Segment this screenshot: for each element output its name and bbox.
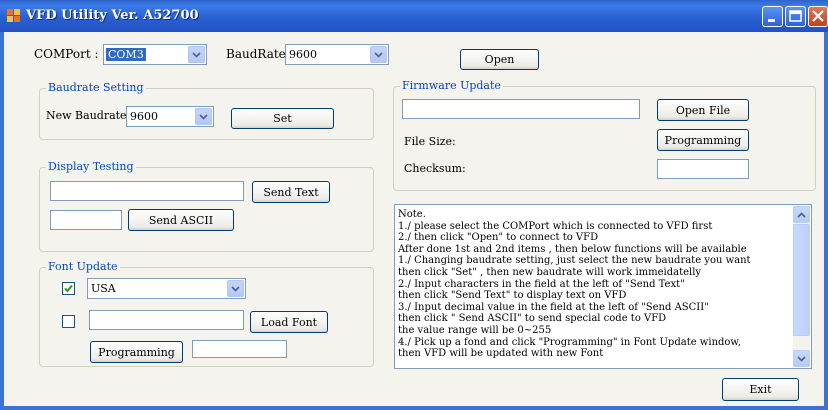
send-text-input[interactable] xyxy=(50,181,244,201)
notes-line: 1./ Changing baudrate setting, just sele… xyxy=(398,255,751,267)
scroll-up-button[interactable] xyxy=(793,206,810,223)
font-update-group: Font Update USA Load Font Programming xyxy=(39,260,374,367)
close-button[interactable] xyxy=(808,6,828,27)
open-file-button[interactable]: Open File xyxy=(657,99,749,121)
notes-scrollbar[interactable] xyxy=(793,206,810,367)
minimize-button[interactable] xyxy=(762,6,783,27)
chevron-down-icon xyxy=(797,355,806,362)
maximize-icon xyxy=(789,10,802,22)
minimize-icon xyxy=(768,19,775,22)
firmware-update-title: Firmware Update xyxy=(400,79,503,92)
notes-lines: Note. 1./ please select the COMPort which… xyxy=(398,209,791,360)
notes-line: Note. xyxy=(398,209,426,220)
baudrate-setting-title: Baudrate Setting xyxy=(46,81,146,94)
font-update-title: Font Update xyxy=(46,260,120,273)
font-checkbox[interactable] xyxy=(62,282,75,295)
close-icon xyxy=(812,10,824,22)
scroll-down-button[interactable] xyxy=(793,350,810,367)
app-icon xyxy=(7,9,21,23)
check-icon xyxy=(64,284,73,293)
chevron-down-icon[interactable] xyxy=(370,46,387,63)
chevron-down-icon[interactable] xyxy=(195,108,212,125)
file-size-label: File Size: xyxy=(404,135,456,148)
notes-textbox[interactable]: Note. 1./ please select the COMPort which… xyxy=(394,204,812,369)
chevron-down-icon[interactable] xyxy=(227,280,244,297)
load-font-button[interactable]: Load Font xyxy=(250,311,328,333)
checksum-label: Checksum: xyxy=(404,162,466,175)
new-baudrate-select[interactable]: 9600 xyxy=(126,106,214,127)
send-ascii-button[interactable]: Send ASCII xyxy=(128,209,234,231)
app-window: VFD Utility Ver. A52700 COMPort : COM3 B… xyxy=(0,0,828,410)
chevron-down-icon[interactable] xyxy=(188,46,205,63)
font-programming-button[interactable]: Programming xyxy=(90,341,183,363)
window-title: VFD Utility Ver. A52700 xyxy=(26,8,199,23)
notes-line: then click " Send ASCII" to send special… xyxy=(398,313,667,325)
file-checkbox[interactable] xyxy=(62,315,75,328)
notes-line: then click "Set" , then new baudrate wil… xyxy=(398,266,702,278)
scroll-thumb[interactable] xyxy=(793,224,810,336)
title-bar[interactable]: VFD Utility Ver. A52700 xyxy=(0,0,828,32)
firmware-update-group: Firmware Update Open File File Size: Pro… xyxy=(393,79,816,191)
notes-line: 3./ Input decimal value in the field at … xyxy=(398,301,709,313)
font-file-input[interactable] xyxy=(89,310,244,330)
font-value: USA xyxy=(91,282,116,295)
new-baudrate-label: New Baudrate xyxy=(46,109,127,122)
display-testing-title: Display Testing xyxy=(46,160,136,173)
notes-line: 1./ please select the COMPort which is c… xyxy=(398,220,713,232)
set-button[interactable]: Set xyxy=(231,108,334,129)
baudrate-value: 9600 xyxy=(289,48,317,61)
display-testing-group: Display Testing Send Text Send ASCII xyxy=(39,160,374,252)
firmware-file-input[interactable] xyxy=(402,99,640,119)
notes-line: then click "Send Text" to display text o… xyxy=(398,290,627,302)
baudrate-setting-group: Baudrate Setting New Baudrate 9600 Set xyxy=(39,81,374,140)
notes-line: After done 1st and 2nd items , then belo… xyxy=(398,243,747,255)
font-select[interactable]: USA xyxy=(87,278,246,299)
exit-button[interactable]: Exit xyxy=(722,378,799,401)
notes-line: 2./ then click "Open" to connect to VFD xyxy=(398,232,599,244)
client-area: COMPort : COM3 BaudRate: 9600 Open Baudr… xyxy=(4,32,824,406)
comport-label: COMPort : xyxy=(34,47,99,61)
font-progress-field xyxy=(192,340,287,358)
send-text-button[interactable]: Send Text xyxy=(252,181,330,203)
checksum-field xyxy=(657,159,749,179)
baudrate-label: BaudRate: xyxy=(226,47,290,61)
new-baudrate-value: 9600 xyxy=(130,110,158,123)
comport-select[interactable]: COM3 xyxy=(103,44,207,65)
notes-line: then VFD will be updated with new Font xyxy=(398,348,604,360)
open-button[interactable]: Open xyxy=(460,49,539,70)
notes-line: the value range will be 0~255 xyxy=(398,324,552,336)
comport-value: COM3 xyxy=(106,48,146,61)
send-ascii-input[interactable] xyxy=(50,210,122,230)
maximize-button[interactable] xyxy=(785,6,806,27)
firmware-programming-button[interactable]: Programming xyxy=(657,129,749,151)
baudrate-select[interactable]: 9600 xyxy=(285,44,389,65)
chevron-up-icon xyxy=(797,211,806,218)
notes-line: 4./ Pick up a fond and click "Programmin… xyxy=(398,336,741,348)
notes-line: 2./ Input characters in the field at the… xyxy=(398,278,685,290)
